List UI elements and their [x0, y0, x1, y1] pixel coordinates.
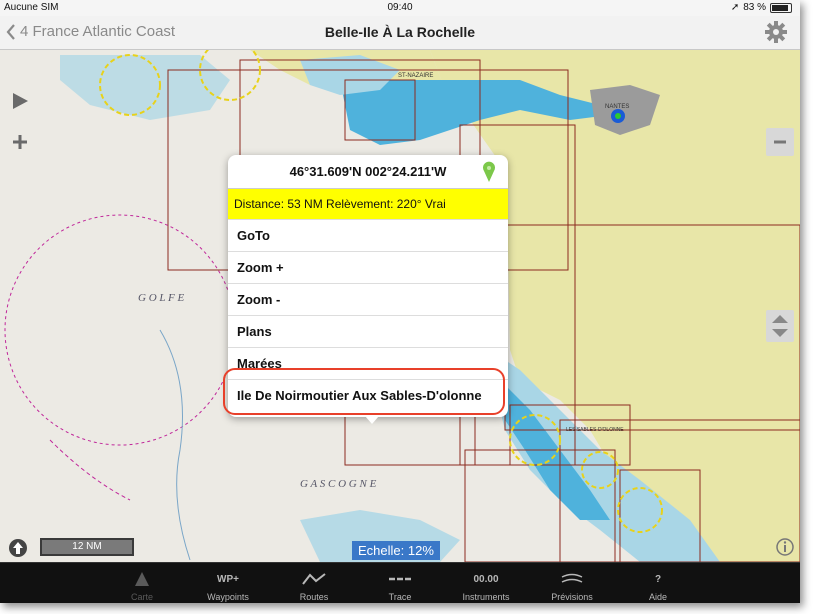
popup-caret [365, 416, 379, 424]
scale-bar: 12 NM [40, 538, 134, 556]
routes-icon [302, 573, 326, 585]
gear-icon[interactable] [764, 20, 788, 44]
battery-icon [770, 2, 792, 13]
tab-bar: Carte WP+ Waypoints Routes Trace 00.00 I… [0, 562, 800, 603]
distance-bearing-text: Distance: 53 NM Relèvement: 220° Vrai [228, 189, 508, 219]
menu-item-chart-selection[interactable]: Ile De Noirmoutier Aux Sables-D'olonne [228, 379, 508, 411]
scale-label: Echelle: 12% [352, 541, 440, 560]
plus-icon[interactable] [12, 134, 28, 150]
tab-routes[interactable]: Routes [271, 563, 357, 603]
position-popup: 46°31.609'N 002°24.211'W Distance: 53 NM… [228, 155, 508, 417]
zoom-out-button[interactable] [766, 128, 794, 156]
minus-icon [774, 140, 786, 144]
clock-text: 09:40 [387, 2, 413, 13]
menu-item-zoom-in[interactable]: Zoom + [228, 251, 508, 283]
tab-previsions[interactable]: Prévisions [529, 563, 615, 603]
play-icon[interactable] [11, 92, 29, 110]
tab-carte[interactable]: Carte [99, 563, 185, 603]
map-label-nantes: NANTES [605, 104, 629, 110]
menu-item-plans[interactable]: Plans [228, 315, 508, 347]
tab-instruments[interactable]: 00.00 Instruments [443, 563, 529, 603]
help-icon: ? [654, 573, 662, 585]
battery-percent: 83 % [743, 2, 766, 13]
tab-waypoints[interactable]: WP+ Waypoints [185, 563, 271, 603]
chart-icon [135, 572, 149, 586]
cable-line [49, 439, 131, 501]
tab-trace-label: Trace [388, 592, 412, 602]
map-pin-icon [483, 161, 495, 182]
wp-icon: WP+ [217, 573, 239, 585]
depth-contour [159, 329, 191, 561]
popup-coordinates: 46°31.609'N 002°24.211'W [228, 155, 508, 189]
scroll-arrows-button[interactable] [766, 310, 794, 342]
tab-aide-label: Aide [648, 592, 667, 602]
map-label-les-sables: LES SABLES-D'OLONNE [566, 427, 624, 433]
menu-item-tides[interactable]: Marées [228, 347, 508, 379]
menu-item-zoom-out[interactable]: Zoom - [228, 283, 508, 315]
restricted-zone-circle [4, 214, 236, 446]
tab-previsions-label: Prévisions [551, 592, 593, 602]
navigation-bar: 4 France Atlantic Coast Belle-Ile À La R… [0, 16, 800, 50]
tab-carte-label: Carte [130, 592, 153, 602]
tab-trace[interactable]: Trace [357, 563, 443, 603]
tab-routes-label: Routes [299, 592, 329, 602]
chevron-left-icon [6, 23, 15, 40]
ipad-screen: Aucune SIM 09:40 ➚ 83 % 4 France Atlanti… [0, 0, 800, 603]
battery-indicator: ➚ 83 % [731, 2, 792, 13]
up-down-arrows-icon [772, 315, 788, 337]
tab-instruments-label: Instruments [462, 592, 510, 602]
instruments-icon: 00.00 [473, 573, 499, 585]
trace-icon [389, 577, 411, 581]
north-up-icon[interactable] [8, 538, 28, 558]
back-button[interactable]: 4 France Atlantic Coast [6, 23, 175, 40]
back-button-label: 4 France Atlantic Coast [20, 23, 176, 40]
map-label-gascogne: G A S C O G N E [300, 478, 377, 490]
info-icon[interactable] [776, 538, 794, 556]
forecast-icon [561, 573, 583, 583]
tab-waypoints-label: Waypoints [207, 592, 249, 602]
map-label-st-nazaire: ST-NAZAIRE [398, 73, 433, 79]
status-bar: Aucune SIM 09:40 ➚ 83 % [0, 0, 800, 16]
coordinates-text: 46°31.609'N 002°24.211'W [289, 164, 447, 179]
tab-aide[interactable]: ? Aide [615, 563, 701, 603]
menu-item-goto[interactable]: GoTo [228, 219, 508, 251]
map-label-golfe: G O L F E [138, 292, 185, 304]
location-icon: ➚ [730, 2, 740, 13]
